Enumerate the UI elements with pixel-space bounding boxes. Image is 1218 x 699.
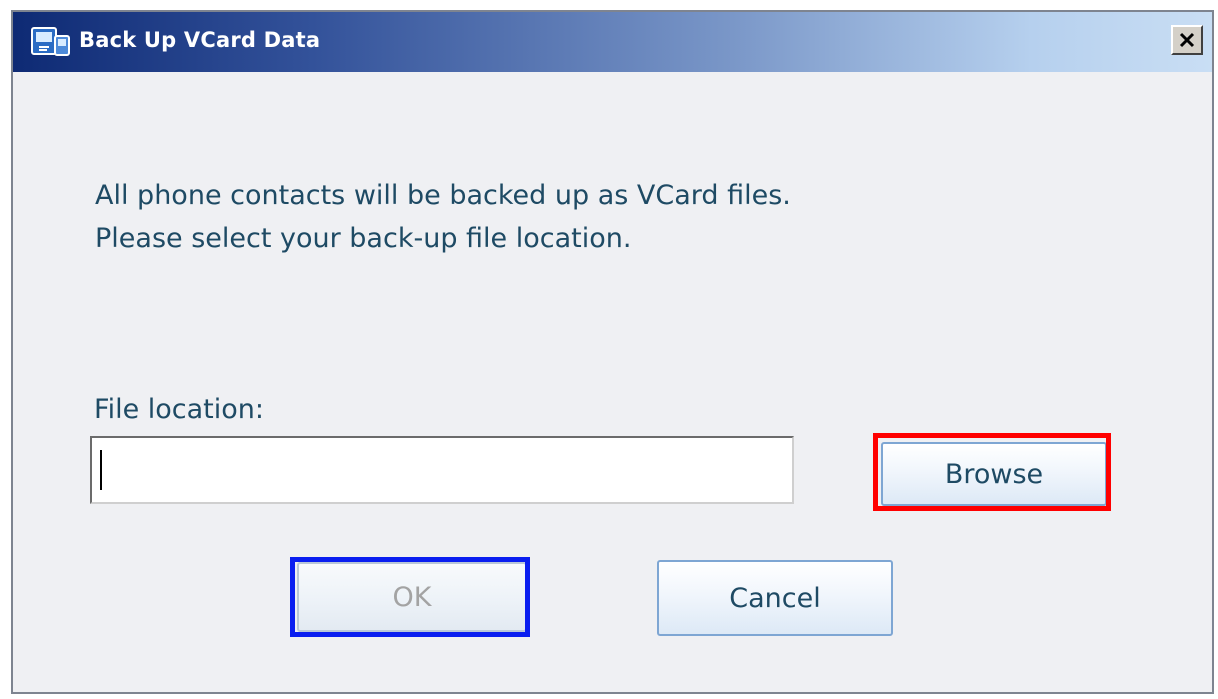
file-location-input[interactable] [90, 436, 794, 504]
close-icon [1179, 32, 1195, 48]
title-bar[interactable]: Back Up VCard Data [13, 12, 1212, 72]
backup-vcard-dialog: Back Up VCard Data All phone contacts wi… [11, 10, 1214, 694]
info-message-line-2: Please select your back-up file location… [95, 223, 632, 254]
close-button[interactable] [1171, 25, 1203, 55]
file-location-label: File location: [94, 394, 264, 425]
window-title: Back Up VCard Data [79, 28, 321, 52]
phone-sync-icon [31, 27, 71, 57]
info-message-line-1: All phone contacts will be backed up as … [95, 180, 791, 211]
ok-button[interactable]: OK [297, 562, 527, 632]
browse-button[interactable]: Browse [881, 442, 1107, 506]
cancel-button[interactable]: Cancel [657, 560, 893, 636]
text-caret [100, 450, 102, 490]
